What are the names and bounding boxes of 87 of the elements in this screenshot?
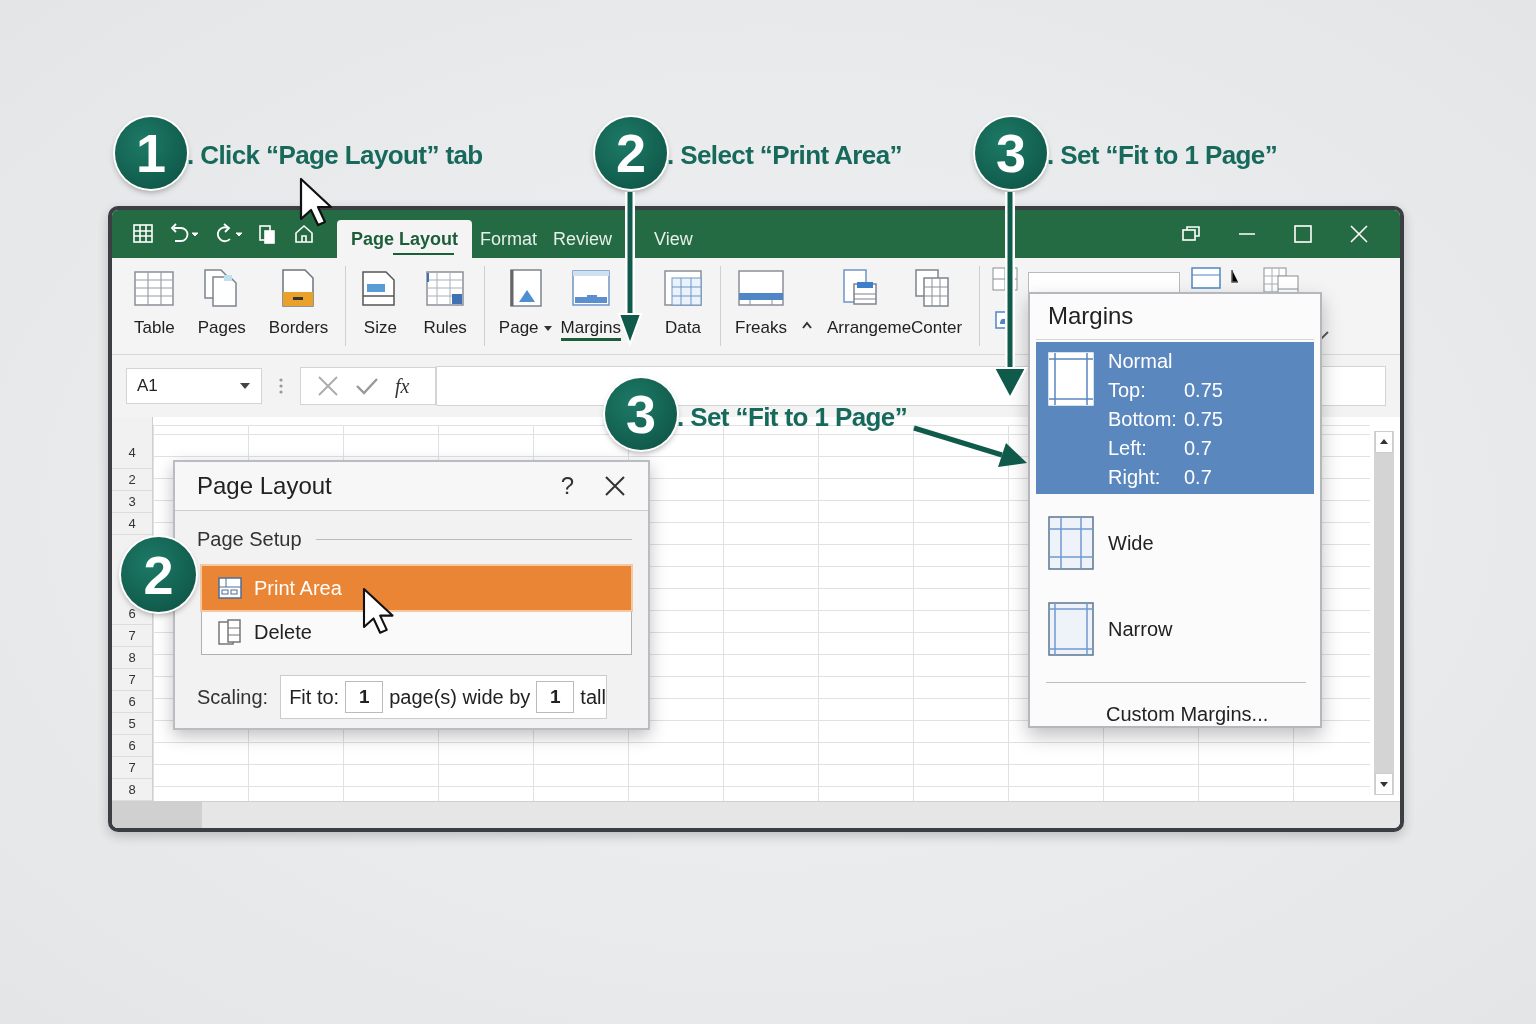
dropdown-field[interactable]: [1028, 272, 1181, 294]
grid-icon: [663, 268, 703, 308]
option-name: Wide: [1108, 530, 1154, 556]
caret-icon: [239, 382, 251, 390]
margins-icon: [1048, 602, 1094, 657]
house-icon[interactable]: [292, 223, 316, 245]
ribbon-button[interactable]: Rules: [421, 266, 469, 342]
margins-icon: [1048, 516, 1094, 571]
step-badge: 1: [115, 116, 187, 189]
option-name: Narrow: [1108, 616, 1173, 642]
layout-icon: [218, 577, 242, 599]
close-icon[interactable]: [1348, 223, 1370, 245]
ribbon-button[interactable]: Table: [132, 266, 177, 342]
check-icon[interactable]: [355, 376, 379, 396]
ribbon-button[interactable]: Data: [661, 266, 705, 342]
dialog-title: Page Layout: [197, 472, 332, 500]
menu-item[interactable]: Normal Top: 0.75 Bottom: 0.75 Left: 0.7 Right: 0.7: [1036, 341, 1314, 495]
margin-value: 0.7: [1184, 464, 1212, 490]
more-icon[interactable]: [278, 377, 284, 395]
step-badge: 3: [975, 116, 1047, 189]
row-number: 4: [112, 513, 152, 535]
ribbon-button[interactable]: Freaks: [733, 266, 789, 342]
tall-label: tall: [580, 685, 606, 709]
maximize-icon[interactable]: [1292, 223, 1314, 245]
ribbon-tab[interactable]: Format: [472, 220, 546, 258]
margins-icon: [570, 268, 611, 308]
fit-to-label: Fit to:: [289, 685, 340, 709]
ribbon-tab[interactable]: Review: [545, 220, 621, 258]
row-number: 8: [112, 647, 152, 669]
page-icon[interactable]: [992, 266, 1019, 330]
undo-icon[interactable]: [168, 223, 200, 245]
row-number: 7: [112, 757, 152, 779]
step-badge: 2: [595, 116, 667, 189]
row-number: 6: [112, 735, 152, 757]
scroll-down-icon[interactable]: [1375, 773, 1393, 795]
menu-title: Margins: [1036, 294, 1314, 340]
menu-item[interactable]: Wide: [1036, 506, 1314, 579]
insert-function-button[interactable]: fx: [395, 374, 410, 398]
input-field[interactable]: 1: [345, 681, 384, 713]
grid-icon[interactable]: [132, 223, 156, 245]
menu-item[interactable]: Narrow: [1036, 592, 1314, 665]
wide-label: page(s) wide by: [389, 685, 531, 709]
ribbon-button[interactable]: Page: [496, 266, 555, 342]
pages-icon: [218, 619, 242, 645]
step-caption: . Click “Page Layout” tab: [187, 140, 483, 171]
ribbon-tab[interactable]: View: [646, 220, 701, 258]
row-number: 5: [112, 713, 152, 735]
scroll-up-icon[interactable]: [1375, 431, 1393, 453]
step-caption: . Set “Fit to 1 Page”: [1047, 140, 1278, 171]
grid-icon: [425, 268, 466, 308]
ribbon-button[interactable]: Borders: [266, 266, 331, 342]
row-number: 6: [112, 691, 152, 713]
step-caption: . Set “Fit to 1 Page”: [677, 401, 908, 433]
input-field[interactable]: 1: [536, 681, 575, 713]
margin-label: Left:: [1108, 435, 1148, 461]
list-item[interactable]: Delete: [202, 610, 631, 654]
row-number: 7: [112, 625, 152, 647]
row-number: 4: [112, 437, 152, 469]
vertical-scrollbar[interactable]: [1374, 431, 1394, 795]
step-caption: . Select “Print Area”: [667, 140, 902, 171]
row-number: 7: [112, 669, 152, 691]
table-icon: [134, 268, 175, 308]
margin-label: Bottom:: [1108, 406, 1178, 432]
row-number: 3: [112, 491, 152, 513]
margin-label: Right:: [1108, 464, 1162, 490]
ribbon-button[interactable]: Pages: [195, 266, 248, 342]
cursor-icon: [362, 587, 394, 634]
ribbon-button[interactable]: Margins: [558, 266, 623, 345]
help-button[interactable]: ?: [560, 472, 574, 500]
option-name: Normal: [1108, 348, 1174, 374]
ribbon-tab[interactable]: Page Layout: [337, 220, 473, 258]
menu-item[interactable]: Custom Margins...: [1036, 683, 1314, 726]
row-number: 2: [112, 469, 152, 491]
margins-icon: [1048, 351, 1094, 406]
ribbon-button[interactable]: ArrangemeConter: [825, 266, 965, 342]
section-label: Page Setup: [197, 527, 302, 551]
horizontal-scrollbar[interactable]: [112, 801, 1400, 828]
scaling-label: Scaling:: [197, 685, 269, 709]
name-box[interactable]: A1: [126, 368, 262, 404]
close-icon[interactable]: [604, 475, 626, 497]
margin-label: Top:: [1108, 377, 1147, 403]
ribbon-button[interactable]: Size: [358, 266, 403, 342]
chevron-up-icon[interactable]: [801, 320, 813, 330]
margin-value: 0.75: [1184, 377, 1223, 403]
margin-value: 0.75: [1184, 406, 1223, 432]
margin-value: 0.7: [1184, 435, 1212, 461]
header-icon: [738, 268, 784, 308]
